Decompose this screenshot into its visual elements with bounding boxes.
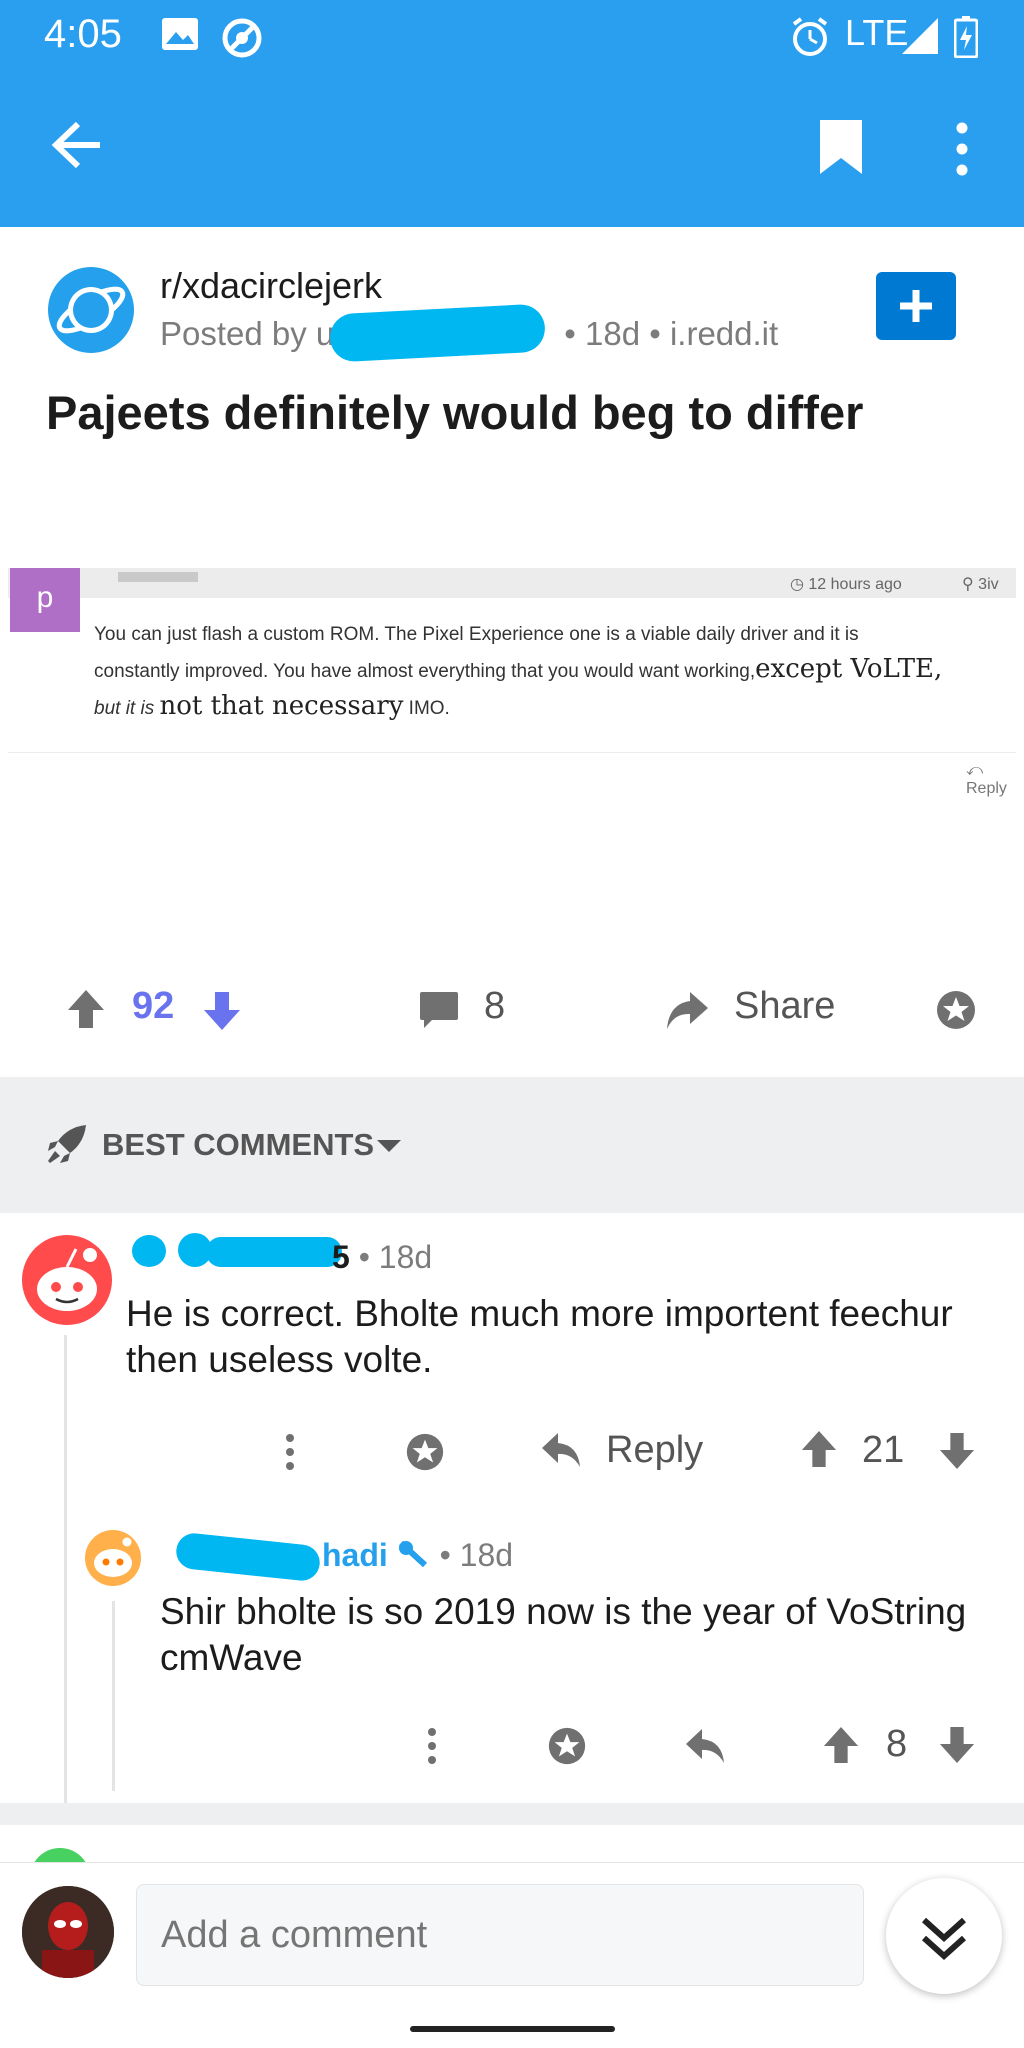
back-arrow-icon[interactable] bbox=[50, 120, 104, 175]
redaction-scribble bbox=[328, 303, 547, 363]
more-options-icon[interactable] bbox=[426, 1727, 438, 1770]
award-icon[interactable] bbox=[404, 1431, 446, 1478]
upvote-icon[interactable] bbox=[822, 1725, 860, 1770]
signal-icon bbox=[900, 16, 940, 61]
post-image[interactable]: p ◷ 12 hours ago ⚲ 3iv You can just flas… bbox=[8, 568, 1016, 797]
image-text-line3-big: not that necessary bbox=[159, 691, 404, 721]
post-score: 92 bbox=[132, 985, 175, 1027]
post-age-domain: • 18d • i.redd.it bbox=[564, 315, 779, 352]
award-icon[interactable] bbox=[546, 1725, 588, 1772]
image-location: ⚲ 3iv bbox=[962, 576, 999, 593]
image-divider bbox=[8, 752, 1016, 753]
share-label[interactable]: Share bbox=[734, 985, 835, 1028]
downvote-icon[interactable] bbox=[938, 1431, 976, 1476]
alarm-icon bbox=[790, 16, 830, 63]
more-options-icon[interactable] bbox=[284, 1433, 296, 1476]
downvote-icon[interactable] bbox=[938, 1725, 976, 1770]
posted-by-label[interactable]: Posted by u bbox=[160, 315, 334, 352]
comment: 5 • 18d He is correct. Bholte much more … bbox=[0, 1213, 1024, 1803]
redacted-username bbox=[174, 1531, 322, 1583]
redacted-username bbox=[126, 1229, 351, 1273]
comment-body: Shir bholte is so 2019 now is the year o… bbox=[160, 1591, 967, 1678]
jump-to-next-button[interactable] bbox=[886, 1878, 1002, 1994]
comment-author-meta: hadi • 18d bbox=[322, 1537, 513, 1577]
image-text-line2: constantly improved. You have almost eve… bbox=[94, 652, 1014, 689]
downvote-icon[interactable] bbox=[202, 990, 242, 1037]
comment-divider bbox=[0, 1803, 1024, 1825]
app-header: 4:05 LTE bbox=[0, 0, 1024, 227]
battery-icon bbox=[953, 16, 979, 63]
reply-icon[interactable] bbox=[540, 1431, 582, 1474]
reply-label[interactable]: Reply bbox=[606, 1429, 703, 1472]
add-comment-input[interactable] bbox=[136, 1884, 864, 1986]
image-location-text: 3iv bbox=[978, 576, 999, 593]
comment-author-end[interactable]: 5 bbox=[332, 1239, 350, 1275]
reply-icon[interactable] bbox=[684, 1727, 726, 1770]
my-avatar[interactable] bbox=[22, 1886, 114, 1978]
comment-author-meta: 5 • 18d bbox=[332, 1239, 432, 1276]
composer-divider bbox=[0, 1862, 1024, 1863]
comment-composer-bar bbox=[0, 1862, 1024, 2048]
image-reply-text: Reply bbox=[966, 780, 1007, 797]
comment-reply: hadi • 18d Shir bholte is so 2019 now is… bbox=[0, 1523, 1024, 1803]
comment-count[interactable]: 8 bbox=[484, 985, 505, 1028]
more-options-icon[interactable] bbox=[950, 122, 974, 181]
status-time: 4:05 bbox=[44, 12, 122, 56]
image-text-line1: You can just flash a custom ROM. The Pix… bbox=[94, 624, 859, 645]
post-title[interactable]: Pajeets definitely would beg to differ bbox=[46, 385, 863, 440]
upvote-icon[interactable] bbox=[800, 1429, 838, 1474]
image-text-line2-big: except VoLTE, bbox=[755, 654, 943, 684]
comment-age: • 18d bbox=[358, 1239, 433, 1275]
award-icon[interactable] bbox=[934, 988, 978, 1037]
comment-score: 8 bbox=[886, 1723, 908, 1765]
subreddit-name[interactable]: r/xdacirclejerk bbox=[160, 265, 382, 307]
upvote-icon[interactable] bbox=[66, 988, 106, 1035]
image-text: You can just flash a custom ROM. The Pix… bbox=[94, 618, 1014, 726]
image-time-ago: ◷ 12 hours ago bbox=[790, 576, 902, 593]
post-actions: 92 8 Share bbox=[0, 980, 1024, 1040]
image-text-line3: but it is not that necessary IMO. bbox=[94, 689, 1014, 726]
sync-notification-icon bbox=[220, 16, 264, 65]
image-reply-label: ⤺ Reply bbox=[966, 762, 1007, 797]
status-bar: 4:05 LTE bbox=[0, 0, 1024, 70]
gallery-notification-icon bbox=[160, 16, 200, 57]
comment-age: • 18d bbox=[439, 1537, 514, 1573]
comment-author-end[interactable]: hadi bbox=[322, 1537, 388, 1573]
gesture-nav-pill[interactable] bbox=[410, 2026, 615, 2032]
image-username-blurred bbox=[118, 572, 198, 582]
comment-body: He is correct. Bholte much more importen… bbox=[126, 1293, 953, 1380]
user-avatar-snoo[interactable] bbox=[84, 1529, 142, 1592]
user-avatar-snoo[interactable] bbox=[20, 1233, 114, 1332]
share-icon[interactable] bbox=[664, 988, 710, 1037]
sort-label[interactable]: BEST COMMENTS bbox=[102, 1127, 374, 1163]
rocket-icon bbox=[46, 1123, 88, 1170]
network-type: LTE bbox=[845, 12, 909, 53]
image-text-line3-suffix: IMO. bbox=[408, 698, 450, 719]
comment-score: 21 bbox=[862, 1429, 905, 1471]
image-text-line2-main: constantly improved. You have almost eve… bbox=[94, 661, 756, 682]
mod-shield-icon bbox=[397, 1539, 431, 1577]
image-text-line3-prefix: but it is bbox=[94, 698, 155, 719]
thread-line[interactable] bbox=[112, 1601, 115, 1791]
join-button[interactable] bbox=[876, 272, 956, 340]
bookmark-icon[interactable] bbox=[818, 118, 864, 181]
comment-sort-bar[interactable]: BEST COMMENTS bbox=[0, 1077, 1024, 1213]
subreddit-avatar[interactable] bbox=[48, 267, 134, 353]
chevron-down-icon bbox=[376, 1139, 402, 1158]
image-time-ago-text: 12 hours ago bbox=[808, 576, 902, 593]
image-user-avatar: p bbox=[10, 568, 80, 632]
comment-icon[interactable] bbox=[418, 990, 460, 1035]
